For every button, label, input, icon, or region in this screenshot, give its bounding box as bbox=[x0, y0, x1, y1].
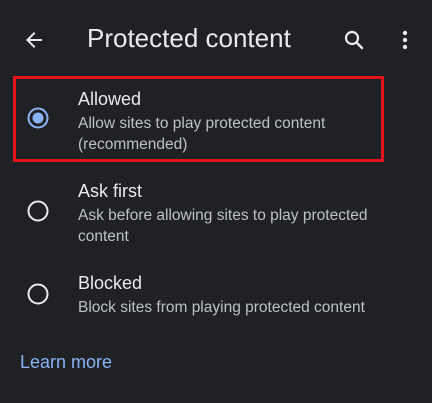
option-label: Ask first bbox=[78, 181, 143, 201]
search-button[interactable] bbox=[338, 24, 370, 56]
option-label: Allowed bbox=[78, 89, 142, 109]
learn-more-link[interactable]: Learn more bbox=[20, 350, 112, 374]
app-bar: Protected content bbox=[0, 0, 432, 78]
arrow-back-icon bbox=[26, 32, 42, 48]
option-ask-first[interactable]: Ask first Ask before allowing sites to p… bbox=[0, 172, 432, 252]
option-description: Block sites from playing protected conte… bbox=[78, 299, 365, 316]
option-blocked[interactable]: Blocked Block sites from playing protect… bbox=[0, 265, 432, 325]
option-description: Allow sites to play protected content (r… bbox=[78, 115, 326, 153]
radio-unselected-icon[interactable] bbox=[27, 283, 49, 305]
option-description: Ask before allowing sites to play protec… bbox=[78, 207, 368, 245]
option-label: Blocked bbox=[78, 273, 143, 293]
back-button[interactable] bbox=[18, 24, 50, 56]
search-icon bbox=[344, 30, 364, 50]
more-vert-icon bbox=[402, 30, 408, 50]
option-allowed[interactable]: Allowed Allow sites to play protected co… bbox=[0, 80, 432, 162]
radio-selected-icon[interactable] bbox=[27, 107, 49, 129]
more-options-button[interactable] bbox=[389, 24, 421, 56]
radio-unselected-icon[interactable] bbox=[27, 200, 49, 222]
page-title: Protected content bbox=[87, 23, 291, 53]
